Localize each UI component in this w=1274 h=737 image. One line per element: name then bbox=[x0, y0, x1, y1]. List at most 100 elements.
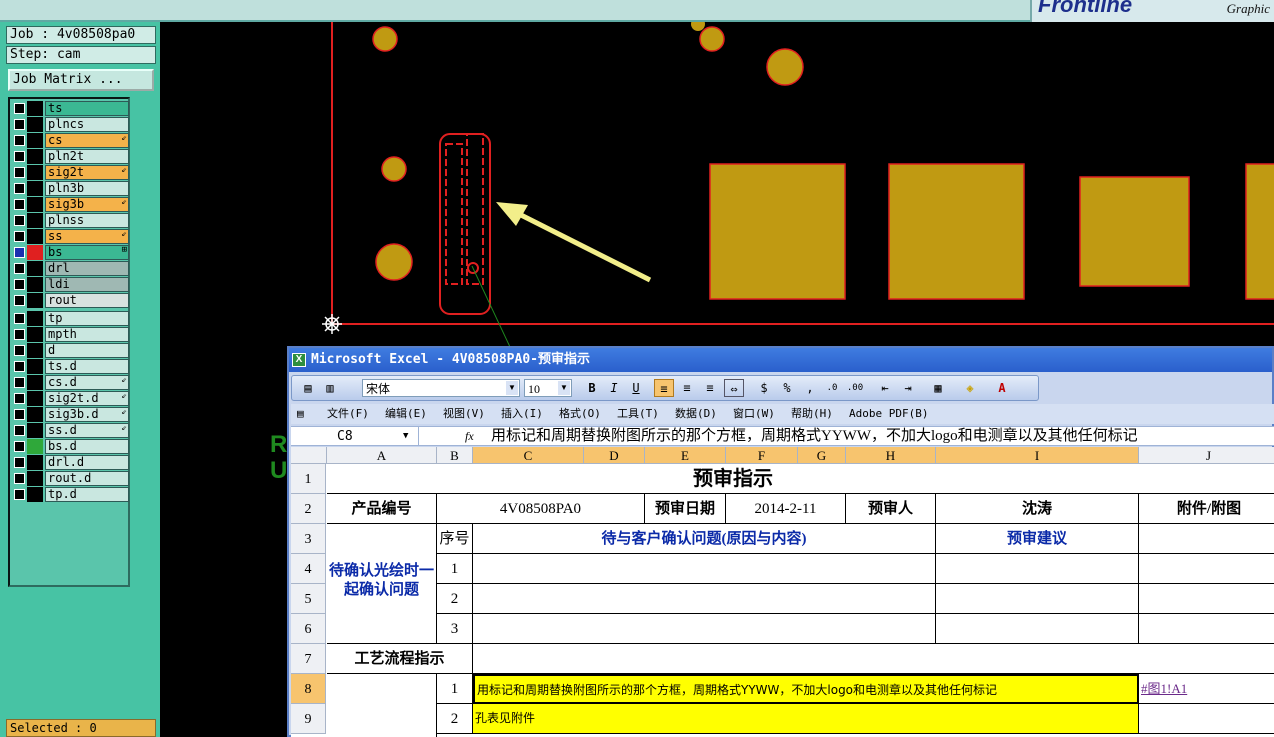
layer-name[interactable]: plncs bbox=[45, 117, 129, 132]
layer-name[interactable]: sig2t bbox=[45, 165, 129, 180]
layer-checkbox[interactable] bbox=[14, 199, 25, 210]
layer-color-swatch[interactable] bbox=[27, 165, 43, 180]
menu-tools[interactable]: 工具(T) bbox=[617, 404, 659, 424]
borders-icon[interactable]: ▦ bbox=[928, 379, 948, 397]
menu-insert[interactable]: 插入(I) bbox=[501, 404, 543, 424]
layer-checkbox[interactable] bbox=[14, 247, 25, 258]
layer-color-swatch[interactable] bbox=[27, 487, 43, 502]
menu-help[interactable]: 帮助(H) bbox=[791, 404, 833, 424]
column-header[interactable]: H bbox=[846, 447, 936, 464]
column-header[interactable]: J bbox=[1139, 447, 1274, 464]
issue-number[interactable]: 3 bbox=[437, 614, 473, 644]
layer-name[interactable]: plnss bbox=[45, 213, 129, 228]
layer-row-plnss[interactable]: plnss bbox=[11, 213, 129, 228]
menu-window[interactable]: 窗口(W) bbox=[733, 404, 775, 424]
layer-color-swatch[interactable] bbox=[27, 197, 43, 212]
column-header[interactable]: G bbox=[798, 447, 846, 464]
layer-row-tp-d[interactable]: tp.d bbox=[11, 487, 129, 502]
layer-name[interactable]: cs bbox=[45, 133, 129, 148]
row-header[interactable]: 1 bbox=[291, 464, 326, 494]
layer-color-swatch[interactable] bbox=[27, 343, 43, 358]
row-header[interactable]: 6 bbox=[291, 614, 326, 644]
layer-checkbox[interactable] bbox=[14, 231, 25, 242]
layer-color-swatch[interactable] bbox=[27, 261, 43, 276]
product-value[interactable]: 4V08508PA0 bbox=[437, 494, 645, 524]
menu-data[interactable]: 数据(D) bbox=[675, 404, 717, 424]
layer-name[interactable]: cs.d bbox=[45, 375, 129, 390]
row-header[interactable]: 2 bbox=[291, 494, 326, 524]
layer-checkbox[interactable] bbox=[14, 135, 25, 146]
menu-edit[interactable]: 编辑(E) bbox=[385, 404, 427, 424]
layer-name[interactable]: drl.d bbox=[45, 455, 129, 470]
date-value[interactable]: 2014-2-11 bbox=[726, 494, 846, 524]
layer-color-swatch[interactable] bbox=[27, 407, 43, 422]
pdf-icon[interactable]: ▤ bbox=[298, 379, 318, 397]
issue-cell[interactable] bbox=[473, 584, 936, 614]
issue-number[interactable]: 2 bbox=[437, 584, 473, 614]
layer-name[interactable]: tp bbox=[45, 311, 129, 326]
layer-checkbox[interactable] bbox=[14, 393, 25, 404]
row-header[interactable]: 5 bbox=[291, 584, 326, 614]
layer-color-swatch[interactable] bbox=[27, 149, 43, 164]
layer-name[interactable]: rout.d bbox=[45, 471, 129, 486]
merge-center-button[interactable]: ⇔ bbox=[724, 379, 744, 397]
layer-color-swatch[interactable] bbox=[27, 327, 43, 342]
layer-row-sig2t[interactable]: sig2t ⇙ bbox=[11, 165, 129, 180]
layer-row-sig3b[interactable]: sig3b ⇙ bbox=[11, 197, 129, 212]
currency-button[interactable]: $ bbox=[754, 379, 774, 397]
layer-checkbox[interactable] bbox=[14, 409, 25, 420]
layer-row-rout[interactable]: rout bbox=[11, 293, 129, 308]
layer-color-swatch[interactable] bbox=[27, 117, 43, 132]
layer-checkbox[interactable] bbox=[14, 119, 25, 130]
layer-checkbox[interactable] bbox=[14, 167, 25, 178]
layer-checkbox[interactable] bbox=[14, 425, 25, 436]
layer-row-ss-d[interactable]: ss.d ⇙ bbox=[11, 423, 129, 438]
layer-row-drl[interactable]: drl bbox=[11, 261, 129, 276]
layer-checkbox[interactable] bbox=[14, 377, 25, 388]
layer-name[interactable]: pln2t bbox=[45, 149, 129, 164]
layer-color-swatch[interactable] bbox=[27, 133, 43, 148]
percent-button[interactable]: % bbox=[777, 379, 797, 397]
layer-color-swatch[interactable] bbox=[27, 455, 43, 470]
fill-color-icon[interactable]: ◈ bbox=[960, 379, 980, 397]
attachment-label[interactable]: 附件/附图 bbox=[1139, 494, 1274, 524]
italic-button[interactable]: I bbox=[604, 379, 624, 397]
issue-cell[interactable] bbox=[473, 554, 936, 584]
layer-checkbox[interactable] bbox=[14, 151, 25, 162]
layer-color-swatch[interactable] bbox=[27, 293, 43, 308]
font-color-icon[interactable]: A bbox=[992, 379, 1012, 397]
layer-row-ldi[interactable]: ldi bbox=[11, 277, 129, 292]
column-header[interactable]: F bbox=[726, 447, 798, 464]
layer-name[interactable]: ss bbox=[45, 229, 129, 244]
layer-name[interactable]: rout bbox=[45, 293, 129, 308]
name-box[interactable]: C8 ▼ bbox=[291, 427, 419, 446]
layer-name[interactable]: drl bbox=[45, 261, 129, 276]
font-size-select[interactable]: 10 ▼ bbox=[524, 379, 572, 397]
process-number[interactable]: 1 bbox=[437, 674, 473, 704]
layer-name[interactable]: bs.d bbox=[45, 439, 129, 454]
increase-indent-button[interactable]: ⇥ bbox=[898, 379, 918, 397]
layer-name[interactable]: ts bbox=[45, 101, 129, 116]
column-header[interactable]: E bbox=[645, 447, 726, 464]
layer-name[interactable]: mpth bbox=[45, 327, 129, 342]
row-header[interactable]: 3 bbox=[291, 524, 326, 554]
confirm-issues-label[interactable]: 待确认光绘时一起确认问题 bbox=[327, 524, 437, 644]
menu-file[interactable]: 文件(F) bbox=[327, 404, 369, 424]
layer-row-sig2t-d[interactable]: sig2t.d ⇙ bbox=[11, 391, 129, 406]
instruction-cell[interactable]: 孔表见附件 bbox=[473, 704, 1139, 734]
align-left-button[interactable]: ≡ bbox=[654, 379, 674, 397]
sequence-label[interactable]: 序号 bbox=[437, 524, 473, 554]
layer-row-plncs[interactable]: plncs bbox=[11, 117, 129, 132]
layer-row-d[interactable]: d bbox=[11, 343, 129, 358]
layer-name[interactable]: sig3b.d bbox=[45, 407, 129, 422]
layer-name[interactable]: sig2t.d bbox=[45, 391, 129, 406]
spreadsheet-grid[interactable]: A B C D E F G H I J 1 2 3 4 5 6 7 8 9 预审… bbox=[291, 447, 1274, 737]
process-number[interactable]: 2 bbox=[437, 704, 473, 734]
layer-row-bs-d[interactable]: bs.d bbox=[11, 439, 129, 454]
layer-checkbox[interactable] bbox=[14, 263, 25, 274]
layer-row-bs[interactable]: bs ⊞ bbox=[11, 245, 129, 260]
layer-color-swatch[interactable] bbox=[27, 181, 43, 196]
layer-name[interactable]: tp.d bbox=[45, 487, 129, 502]
issue-number[interactable]: 1 bbox=[437, 554, 473, 584]
reviewer-label[interactable]: 预审人 bbox=[846, 494, 936, 524]
